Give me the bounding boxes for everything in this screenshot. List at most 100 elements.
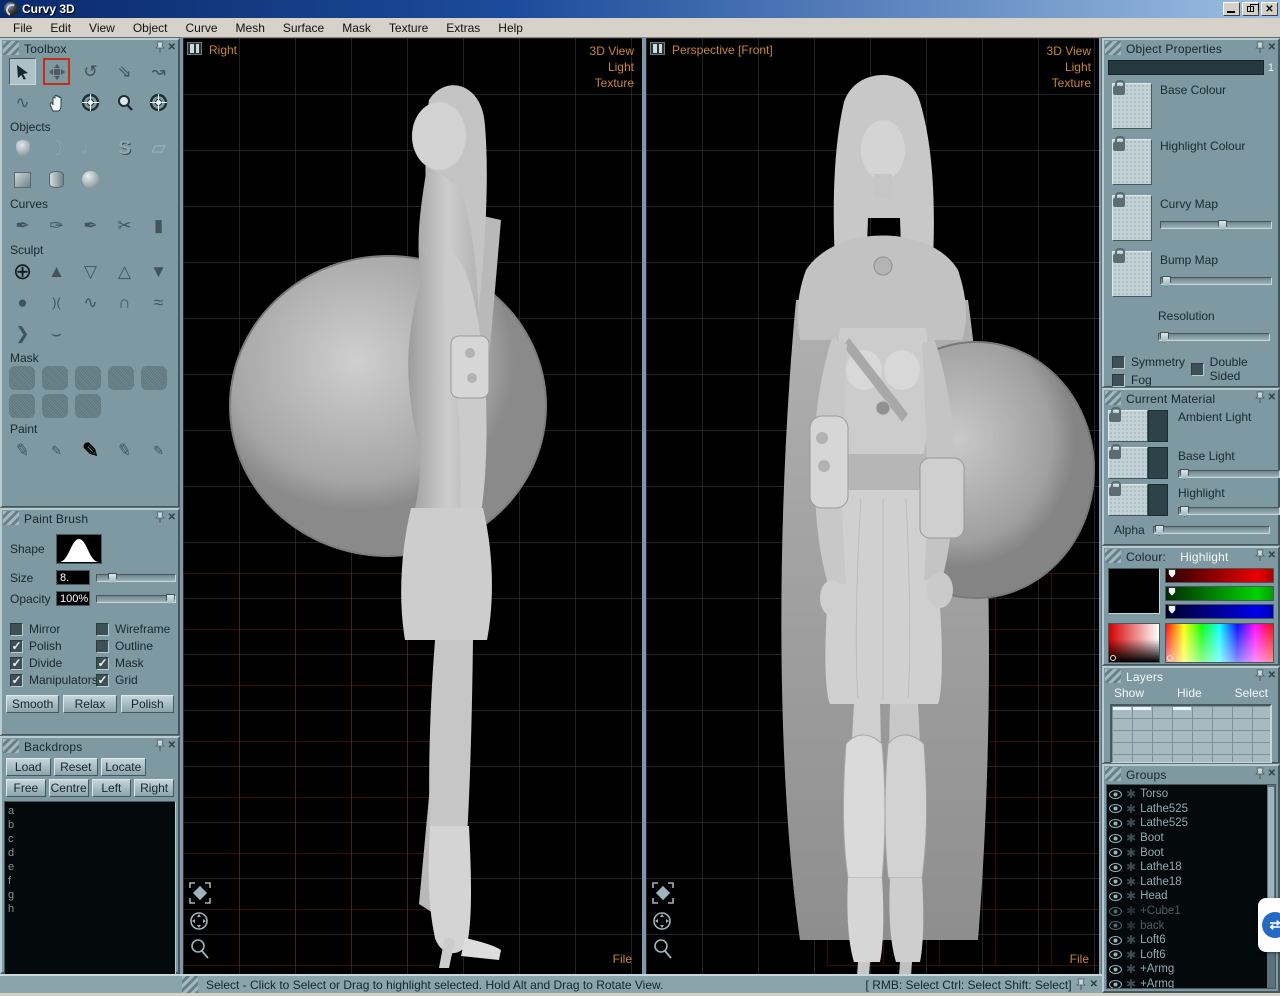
highlight-slider-thumb[interactable] bbox=[1180, 506, 1189, 517]
hue-picker[interactable] bbox=[1165, 623, 1274, 663]
backdrop-item[interactable]: d bbox=[8, 846, 175, 860]
model-front-view[interactable] bbox=[646, 38, 1099, 974]
sculpt-lower-soft-tool[interactable]: ▼ bbox=[145, 258, 172, 285]
red-slider[interactable] bbox=[1165, 568, 1274, 583]
lathe-object-tool[interactable]: ♩ bbox=[77, 135, 104, 162]
curvy-map-slider-thumb[interactable] bbox=[1218, 220, 1227, 231]
mirror-checkbox[interactable] bbox=[10, 623, 23, 636]
menu-file[interactable]: File bbox=[4, 19, 41, 37]
layers-grid[interactable] bbox=[1110, 704, 1272, 764]
group-row[interactable]: ✱Loft6 bbox=[1109, 933, 1275, 948]
eye-icon[interactable] bbox=[1109, 907, 1122, 916]
backdrop-item[interactable]: a bbox=[8, 804, 175, 818]
size-slider[interactable] bbox=[96, 574, 176, 582]
pin-icon[interactable] bbox=[1076, 978, 1086, 991]
close-panel-icon[interactable]: ✕ bbox=[168, 512, 176, 523]
bump-map-slider-thumb[interactable] bbox=[1162, 276, 1171, 287]
sculpt-raise-soft-tool[interactable]: △ bbox=[111, 258, 138, 285]
pin-icon[interactable] bbox=[1255, 41, 1265, 54]
lock-icon[interactable] bbox=[1109, 450, 1121, 459]
mask-tool-7[interactable] bbox=[42, 394, 68, 418]
group-row[interactable]: ✱Lathe18 bbox=[1109, 860, 1275, 875]
rotate-tool[interactable]: ↺ bbox=[77, 58, 104, 85]
viewport-mode-overlay[interactable]: 3D View Light Texture bbox=[590, 43, 634, 91]
shaded-mode-icon[interactable] bbox=[652, 882, 674, 904]
curve-edit-tool[interactable]: ✑ bbox=[43, 212, 70, 239]
group-row[interactable]: ✱Boot bbox=[1109, 845, 1275, 860]
centre-button[interactable]: Centre bbox=[49, 779, 89, 797]
backdrop-item[interactable]: b bbox=[8, 818, 175, 832]
resolution-slider-thumb[interactable] bbox=[1160, 332, 1169, 343]
pin-icon[interactable] bbox=[1255, 549, 1265, 562]
pin-icon[interactable] bbox=[1255, 669, 1265, 682]
mask-checkbox[interactable]: ✓ bbox=[96, 657, 109, 670]
paint-brush-tool-active[interactable]: ✎ bbox=[77, 437, 104, 464]
group-row[interactable]: ✱+Armg bbox=[1109, 962, 1275, 977]
lock-icon[interactable] bbox=[1113, 254, 1125, 263]
curve-ribbon-tool[interactable]: ▮ bbox=[145, 212, 172, 239]
curve-cut-tool[interactable]: ✂ bbox=[111, 212, 138, 239]
menu-surface[interactable]: Surface bbox=[274, 19, 333, 37]
mode-light[interactable]: Light bbox=[1047, 59, 1091, 75]
polish-checkbox[interactable]: ✓ bbox=[10, 640, 23, 653]
menu-mask[interactable]: Mask bbox=[333, 19, 380, 37]
group-row[interactable]: ✱Torso bbox=[1109, 787, 1275, 802]
opacity-slider-thumb[interactable] bbox=[166, 594, 175, 605]
curve-draw-tool[interactable]: ✒ bbox=[77, 212, 104, 239]
lock-icon[interactable] bbox=[1113, 198, 1125, 207]
pan-view-icon[interactable] bbox=[189, 911, 209, 931]
paint-brush-tool-4[interactable]: ✎ bbox=[109, 435, 140, 466]
base-light-slider-thumb[interactable] bbox=[1180, 469, 1189, 480]
sheet-object-tool[interactable]: ▱ bbox=[145, 135, 172, 162]
viewport-mode-overlay[interactable]: 3D View Light Texture bbox=[1047, 43, 1091, 91]
lock-icon[interactable] bbox=[1113, 86, 1125, 95]
sketch-tool[interactable]: ∿ bbox=[9, 89, 36, 116]
opacity-value-field[interactable]: 100% bbox=[56, 591, 90, 606]
menu-mesh[interactable]: Mesh bbox=[227, 19, 274, 37]
sculpt-dome-tool[interactable]: ∩ bbox=[111, 289, 138, 316]
remote-access-overlay[interactable]: ⇄ bbox=[1258, 898, 1280, 952]
lock-icon[interactable] bbox=[1109, 413, 1121, 422]
sculpt-blob-tool[interactable]: ● bbox=[9, 289, 36, 316]
red-slider-thumb[interactable] bbox=[1168, 569, 1176, 578]
close-panel-icon[interactable]: ✕ bbox=[1268, 670, 1276, 681]
backdrops-list[interactable]: a b c d e f g h bbox=[4, 801, 176, 989]
group-row[interactable]: ✱+Armg bbox=[1109, 977, 1275, 989]
paint-brush-tool-2[interactable]: ✎ bbox=[43, 437, 70, 464]
lock-icon[interactable] bbox=[1113, 142, 1125, 151]
paint-brush-tool-5[interactable]: ✎ bbox=[145, 437, 172, 464]
select-tool[interactable] bbox=[9, 58, 36, 85]
sculpt-ripple-tool[interactable]: ≈ bbox=[145, 289, 172, 316]
sculpt-lower-tool[interactable]: ▽ bbox=[77, 258, 104, 285]
ambient-dark-swatch[interactable] bbox=[1148, 410, 1168, 442]
eye-icon[interactable] bbox=[1109, 877, 1122, 886]
viewport-perspective[interactable]: Perspective [Front] 3D View Light Textur… bbox=[646, 38, 1102, 974]
pin-icon[interactable] bbox=[1255, 391, 1265, 404]
eye-icon[interactable] bbox=[1109, 965, 1122, 974]
menu-help[interactable]: Help bbox=[489, 19, 532, 37]
close-panel-icon[interactable]: ✕ bbox=[168, 42, 176, 53]
wireframe-checkbox[interactable] bbox=[96, 623, 109, 636]
sculpt-raise-tool[interactable]: ▲ bbox=[43, 258, 70, 285]
load-button[interactable]: Load bbox=[6, 758, 51, 776]
alpha-slider[interactable] bbox=[1153, 526, 1270, 534]
paint-brush-tool-1[interactable]: ✎ bbox=[7, 435, 38, 466]
object-name-field[interactable] bbox=[1108, 60, 1264, 75]
eye-icon[interactable] bbox=[1109, 848, 1122, 857]
group-row[interactable]: ✱Lathe525 bbox=[1109, 816, 1275, 831]
sculpt-arc-tool[interactable]: ⌣ bbox=[43, 320, 70, 347]
menu-curve[interactable]: Curve bbox=[177, 19, 227, 37]
eye-icon[interactable] bbox=[1109, 834, 1122, 843]
minimize-button[interactable] bbox=[1223, 2, 1240, 16]
mode-3d-view[interactable]: 3D View bbox=[590, 43, 634, 59]
cylinder-object-tool[interactable] bbox=[43, 166, 70, 193]
bump-map-slider[interactable] bbox=[1160, 277, 1272, 285]
menu-object[interactable]: Object bbox=[124, 19, 177, 37]
pan-view-icon[interactable] bbox=[652, 911, 672, 931]
backdrop-item[interactable]: c bbox=[8, 832, 175, 846]
reset-button[interactable]: Reset bbox=[54, 758, 99, 776]
backdrop-item[interactable]: f bbox=[8, 874, 175, 888]
blob-object-tool[interactable] bbox=[9, 135, 36, 162]
viewport-right[interactable]: Right 3D View Light Texture File bbox=[180, 38, 642, 974]
scale-tool[interactable]: ⇘ bbox=[111, 58, 138, 85]
